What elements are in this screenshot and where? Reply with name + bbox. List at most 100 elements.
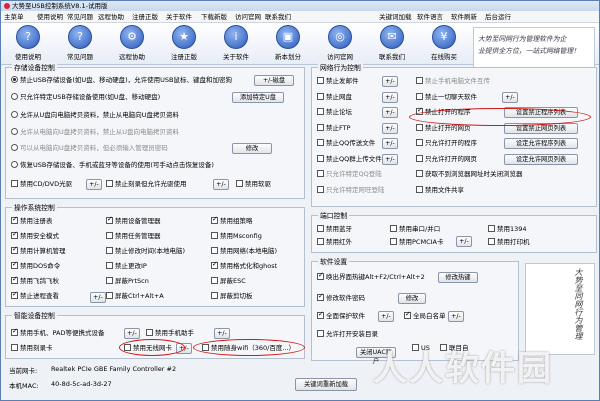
toolbar-button-5[interactable]: ▣ 新本划分 — [265, 25, 311, 61]
os-checkbox-0-1[interactable]: 禁用设备管理器 — [106, 215, 161, 226]
menu-right-item-1[interactable]: 软件语言 — [417, 11, 443, 23]
menu-right-item-2[interactable]: 软件刷新 — [451, 11, 477, 23]
net-checkbox-b-5[interactable]: 只允许打开的网页 — [416, 154, 477, 164]
protect-software-checkbox[interactable]: 全面保护软件 — [317, 310, 365, 321]
whitelist-edit-button[interactable]: +/- — [448, 311, 464, 322]
os-checkbox-1-1[interactable]: 禁用任务管理器 — [106, 232, 161, 241]
menu-item-5[interactable]: 关于软件 — [166, 11, 192, 23]
os-edit-button-1[interactable]: +/- — [90, 292, 106, 303]
port-edit-button[interactable]: +/- — [456, 236, 472, 247]
os-checkbox-2-0[interactable]: 禁用计算机管理 — [11, 245, 66, 256]
disable-burn-card-checkbox[interactable]: 禁用刻录卡 — [11, 344, 53, 353]
disable-phone-assistant-checkbox[interactable]: 禁用手机助手 — [146, 329, 194, 338]
net-edit-button-2[interactable]: +/- — [382, 107, 398, 118]
net-edit-button-3[interactable]: +/- — [382, 122, 398, 134]
menu-right-item-3[interactable]: 后台运行 — [485, 11, 511, 23]
toolbar-button-3[interactable]: ★ 注册正版 — [161, 25, 207, 61]
os-checkbox-3-1[interactable]: 禁止更改IP — [106, 262, 147, 271]
os-checkbox-4-0[interactable]: 禁用飞鸽飞秋 — [11, 275, 59, 286]
net-checkbox-a-4[interactable]: 禁止QQ传送文件 — [317, 139, 375, 148]
net-checkbox-a-6[interactable]: 只允许特定QQ登陆 — [317, 170, 382, 179]
menu-item-4[interactable]: 注册正版 — [132, 11, 158, 23]
menu-item-1[interactable]: 使用说明 — [37, 11, 63, 23]
modify-password-button[interactable]: 修改 — [232, 143, 272, 154]
menu-item-3[interactable]: 远程协助 — [98, 11, 124, 23]
reload-keywords-button[interactable]: 关键词重新加载 — [295, 378, 357, 391]
os-checkbox-2-1[interactable]: 禁止修改时间(本地电脑) — [106, 247, 185, 256]
chat-edit-button[interactable]: +/- — [502, 91, 518, 103]
menu-item-0[interactable]: 主菜单 — [4, 11, 24, 23]
cd-edit-button[interactable]: +/- — [86, 179, 102, 190]
toolbar-button-1[interactable]: ? 常见问题 — [57, 25, 103, 61]
net-edit-button-5[interactable]: +/- — [382, 153, 398, 165]
modify-password-checkbox[interactable]: 修改软件密码 — [317, 292, 365, 303]
disable-cd-checkbox[interactable]: 禁用CD/DVD光驱 — [11, 180, 72, 189]
net-checkbox-a-3[interactable]: 禁止FTP — [317, 123, 351, 133]
protect-edit-button[interactable]: +/- — [378, 311, 394, 322]
net-edit-button-4[interactable]: +/- — [382, 138, 398, 149]
no-burn-checkbox[interactable]: 禁止刻录但允许光驱使用 — [106, 180, 187, 189]
net-list-button-5[interactable]: 设定允许网页列表 — [504, 153, 578, 165]
modify-hotkey-button[interactable]: 修改热键 — [438, 272, 478, 283]
net-checkbox-b-0[interactable]: 禁止手机电脑文件互传 — [416, 77, 490, 86]
menu-item-7[interactable]: 访问官网 — [235, 11, 261, 23]
modify-software-password-button[interactable]: 修改 — [398, 293, 426, 304]
os-checkbox-3-2[interactable]: 禁用格式化和ghost — [211, 260, 277, 271]
port-checkbox-1-1[interactable]: 禁用PCMCIA卡 — [390, 238, 443, 247]
net-list-button-4[interactable]: 设定允许程序列表 — [504, 138, 578, 149]
os-checkbox-1-0[interactable]: 禁用安全模式 — [11, 230, 59, 241]
add-specific-usb-button[interactable]: 添加特定U盘 — [232, 92, 284, 103]
storage-option-2[interactable]: 只允许特定USB存储设备使用(如U盘、移动硬盘) — [11, 93, 160, 102]
os-checkbox-5-1[interactable]: 屏蔽Ctrl+Alt+A — [106, 292, 164, 301]
os-checkbox-5-0[interactable]: 禁止进程查看 — [11, 290, 59, 301]
allow-install-dir-checkbox[interactable]: 允许打开安装目录 — [317, 330, 378, 339]
net-edit-button-1[interactable]: +/- — [382, 91, 398, 103]
os-checkbox-0-0[interactable]: 禁用注册表 — [11, 215, 53, 226]
toolbar-button-7[interactable]: ✉ 联系我们 — [369, 25, 415, 61]
port-checkbox-0-0[interactable]: 禁用蓝牙 — [317, 225, 352, 234]
net-checkbox-b-4[interactable]: 只允许打开的程序 — [416, 139, 477, 148]
os-checkbox-2-2[interactable]: 禁用网络(本地电脑) — [211, 247, 277, 256]
burn-edit-button[interactable]: +/- — [213, 179, 229, 190]
storage-option-5[interactable]: 可以从电脑向U盘拷贝资料，但必须输入管理员密码 — [11, 144, 168, 153]
hotkey-checkbox[interactable]: 唤出界面热键Alt+F2/Ctrl+Alt+2 — [317, 271, 425, 282]
net-checkbox-a-0[interactable]: 禁止发邮件 — [317, 77, 359, 86]
toolbar-button-4[interactable]: i 关于软件 — [213, 25, 259, 61]
disable-phone-checkbox[interactable]: 禁用手机、PAD等便携式设备 — [11, 327, 104, 338]
net-checkbox-a-1[interactable]: 禁止网盘 — [317, 92, 352, 102]
os-checkbox-3-0[interactable]: 禁用DOS命令 — [11, 260, 60, 271]
phone-edit-button[interactable]: +/- — [124, 328, 140, 339]
os-checkbox-0-2[interactable]: 禁用组策略 — [211, 215, 253, 226]
os-checkbox-5-2[interactable]: 屏蔽剪切板 — [211, 292, 253, 301]
menu-right-item-0[interactable]: 关键词加载 — [379, 11, 412, 23]
storage-option-6[interactable]: 恢复USB存储设备、手机或蓝牙等设备的使用(可手动点击恢复设备) — [11, 161, 214, 170]
toolbar-button-0[interactable]: ? 使用说明 — [5, 25, 51, 61]
port-checkbox-1-0[interactable]: 禁用红外 — [317, 238, 352, 247]
assistant-edit-button[interactable]: +/- — [214, 328, 230, 339]
disable-floppy-checkbox[interactable]: 禁用软驱 — [236, 180, 271, 189]
menu-item-6[interactable]: 下载新版 — [201, 11, 227, 23]
net-edit-button-0[interactable]: +/- — [382, 76, 398, 87]
net-checkbox-a-2[interactable]: 禁止论坛 — [317, 108, 352, 117]
toolbar-button-8[interactable]: ¥ 在线购买 — [421, 25, 467, 61]
toolbar-button-6[interactable]: ◎ 访问官网 — [317, 25, 363, 61]
toolbar-button-2[interactable]: ⚙ 远程协助 — [109, 25, 155, 61]
port-checkbox-0-1[interactable]: 禁用串口/并口 — [390, 225, 440, 234]
os-checkbox-4-1[interactable]: 屏蔽PrtScn — [106, 277, 149, 286]
port-checkbox-1-2[interactable]: 禁用打印机 — [488, 238, 530, 247]
net-checkbox-b-6[interactable]: 获取不到浏览器网址时关闭浏览器 — [416, 170, 523, 179]
disk-edit-button[interactable]: +/-磁盘 — [254, 75, 294, 86]
net-checkbox-b-7[interactable]: 禁用文件共享 — [416, 185, 464, 195]
whitelist-checkbox[interactable]: 全局白名单 — [404, 310, 446, 321]
net-checkbox-a-5[interactable]: 禁止QQ群上传文件 — [317, 154, 382, 164]
menu-item-8[interactable]: 联系我们 — [265, 11, 291, 23]
menu-item-2[interactable]: 常见问题 — [67, 11, 93, 23]
net-checkbox-b-1[interactable]: 禁止一切聊天软件 — [416, 92, 477, 102]
os-checkbox-1-2[interactable]: 禁用Msconfig — [211, 232, 262, 241]
os-checkbox-4-2[interactable]: 屏蔽ESC — [211, 277, 246, 286]
port-checkbox-0-2[interactable]: 禁用1394 — [488, 225, 527, 234]
storage-option-1[interactable]: 禁止USB存储设备(如U盘、移动硬盘)，允许使用USB鼠标、键盘和加密狗 — [11, 76, 232, 85]
net-checkbox-a-7[interactable]: 只允许特定阿旺登陆 — [317, 185, 385, 195]
storage-option-4[interactable]: 允许从电脑向U盘拷贝资料，禁止从U盘向电脑拷贝资料 — [11, 128, 179, 137]
storage-option-3[interactable]: 允许从U盘向电脑拷贝资料，禁止从电脑向U盘拷贝资料 — [11, 111, 179, 120]
